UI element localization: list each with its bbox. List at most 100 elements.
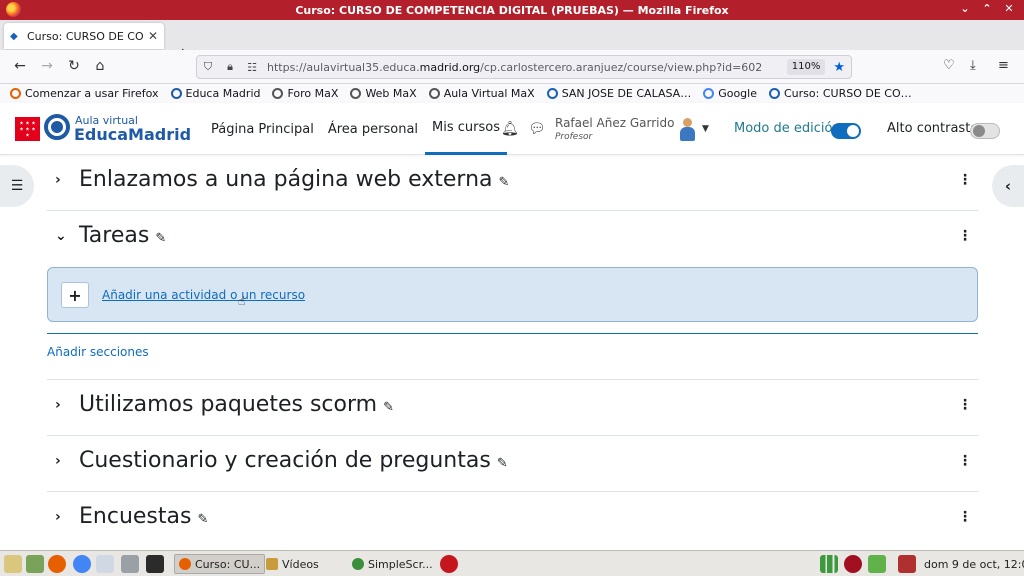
bookmark-item[interactable]: Foro MaX (272, 87, 338, 100)
bookmark-label: Comenzar a usar Firefox (25, 87, 159, 100)
bookmark-star-icon[interactable]: ★ (833, 60, 845, 75)
add-activity-link[interactable]: Añadir una actividad o un recurso (102, 288, 305, 302)
clock: dom 9 de oct, 12:08 (924, 558, 1024, 571)
url-bar[interactable]: ⛉ 🔒︎ ☷ https://aulavirtual35.educa.madri… (196, 55, 852, 79)
task-label: Curso: CU... (195, 557, 261, 571)
record-indicator-icon[interactable] (844, 555, 862, 573)
avatar[interactable] (675, 116, 699, 142)
permissions-icon[interactable]: ☷ (241, 61, 263, 74)
editor-icon[interactable] (26, 555, 44, 573)
chevron-down-icon[interactable]: ▼ (702, 124, 709, 134)
madrid-flag-logo (15, 117, 40, 141)
launcher-icon[interactable] (4, 555, 22, 573)
bookmark-item[interactable]: Curso: CURSO DE CO… (769, 87, 912, 100)
recorder-icon (352, 558, 364, 570)
bookmark-label: Curso: CURSO DE CO… (784, 87, 912, 100)
minimize-button[interactable]: ⌄ (954, 2, 976, 15)
chevron-right-icon[interactable]: › (55, 509, 61, 525)
brand-name[interactable]: EducaMadrid (74, 125, 191, 144)
google-icon (703, 88, 715, 99)
volume-icon[interactable] (898, 555, 916, 573)
section-menu-icon[interactable]: ⋮ (958, 397, 972, 413)
bookmark-item[interactable]: Web MaX (350, 87, 417, 100)
section-menu-icon[interactable]: ⋮ (958, 228, 972, 244)
nav-home[interactable]: Página Principal (211, 103, 314, 155)
bookmark-item[interactable]: SAN JOSE DE CALASA… (546, 87, 691, 100)
bookmark-item[interactable]: Google (703, 87, 757, 100)
zoom-level-badge[interactable]: 110% (786, 59, 826, 75)
back-icon[interactable]: ← (11, 58, 29, 74)
section-menu-icon[interactable]: ⋮ (958, 453, 972, 469)
bookmark-label: Foro MaX (287, 87, 339, 100)
navigation-bar: ← → ↻ ⌂ ⛉ 🔒︎ ☷ https://aulavirtual35.edu… (0, 50, 1024, 84)
add-activity-box[interactable]: + Añadir una actividad o un recurso (47, 267, 978, 322)
globe-icon (428, 88, 440, 99)
educamadrid-logo-icon[interactable] (44, 114, 70, 140)
course-section: › Encuestas ✎ ⋮ (47, 492, 978, 548)
pencil-edit-icon[interactable]: ✎ (499, 175, 510, 190)
camera-icon[interactable] (121, 555, 139, 573)
nav-my-courses[interactable]: Mis cursos (425, 103, 507, 155)
browser-tab[interactable]: ◆ Curso: CURSO DE COMPE ✕ (4, 23, 164, 49)
pencil-edit-icon[interactable]: ✎ (383, 400, 394, 415)
course-index-toggle[interactable]: ☰ (0, 165, 34, 207)
nav-dashboard[interactable]: Área personal (328, 103, 418, 155)
record-stop-icon[interactable] (440, 555, 458, 573)
add-sections-link[interactable]: Añadir secciones (47, 345, 149, 359)
moodle-hat-icon: ◆ (10, 31, 18, 42)
chevron-down-icon[interactable]: ⌄ (55, 228, 67, 244)
firefox-icon[interactable] (48, 555, 66, 573)
pocket-icon[interactable]: ♡ (943, 58, 955, 73)
close-window-button[interactable]: ✕ (998, 2, 1020, 15)
shield-icon[interactable]: ⛉ (197, 60, 219, 74)
firefox-icon (10, 88, 21, 99)
hand-cursor-icon: ☝ (238, 294, 246, 308)
bookmark-item[interactable]: Aula Virtual MaX (428, 87, 535, 100)
edit-mode-label: Modo de edición (734, 121, 841, 136)
messages-chat-icon[interactable]: 💬︎ (528, 121, 546, 137)
menu-icon[interactable]: ≡ (998, 58, 1009, 73)
section-title[interactable]: Enlazamos a una página web externa (79, 167, 493, 192)
taskbar-task[interactable]: Curso: CU... (174, 554, 266, 574)
notifications-bell-icon[interactable]: 🔔︎ (501, 121, 519, 137)
tab-close-icon[interactable]: ✕ (148, 29, 158, 43)
block-drawer-toggle[interactable]: ‹ (992, 165, 1024, 207)
section-title[interactable]: Encuestas (79, 504, 191, 529)
pencil-edit-icon[interactable]: ✎ (197, 512, 208, 527)
chevron-right-icon[interactable]: › (55, 172, 61, 188)
chevron-right-icon[interactable]: › (55, 453, 61, 469)
lock-icon[interactable]: 🔒︎ (219, 60, 241, 74)
taskbar-task[interactable]: Vídeos (266, 554, 319, 574)
home-icon[interactable]: ⌂ (91, 58, 109, 74)
task-label: SimpleScr... (368, 557, 433, 571)
taskbar-task[interactable]: SimpleScr... (352, 554, 433, 574)
battery-icon[interactable] (868, 555, 886, 573)
files-icon[interactable] (96, 555, 114, 573)
downloads-icon[interactable]: ⤓ (970, 58, 976, 73)
bookmark-label: Educa Madrid (185, 87, 261, 100)
window-controls: ⌄ ⌃ ✕ (954, 2, 1020, 15)
moodle-icon (769, 88, 780, 99)
section-menu-icon[interactable]: ⋮ (958, 172, 972, 188)
globe-icon (350, 88, 362, 99)
section-menu-icon[interactable]: ⋮ (958, 509, 972, 525)
section-title[interactable]: Tareas (79, 223, 149, 248)
terminal-icon[interactable] (146, 555, 164, 573)
globe-icon (170, 88, 182, 99)
plus-icon[interactable]: + (61, 282, 89, 308)
chromium-icon[interactable] (73, 555, 91, 573)
edit-mode-toggle[interactable] (831, 123, 861, 139)
reload-icon[interactable]: ↻ (65, 58, 83, 74)
bookmark-item[interactable]: Educa Madrid (170, 87, 261, 100)
url-text[interactable]: https://aulavirtual35.educa.madrid.org/c… (263, 61, 787, 74)
section-title[interactable]: Utilizamos paquetes scorm (79, 392, 377, 417)
section-title[interactable]: Cuestionario y creación de preguntas (79, 448, 491, 473)
network-bars-icon[interactable] (820, 555, 838, 573)
chevron-right-icon[interactable]: › (55, 397, 61, 413)
forward-icon[interactable]: → (38, 58, 56, 74)
pencil-edit-icon[interactable]: ✎ (155, 231, 166, 246)
maximize-button[interactable]: ⌃ (976, 2, 998, 15)
high-contrast-toggle[interactable] (970, 123, 1000, 139)
pencil-edit-icon[interactable]: ✎ (497, 456, 508, 471)
bookmark-item[interactable]: Comenzar a usar Firefox (10, 87, 159, 100)
